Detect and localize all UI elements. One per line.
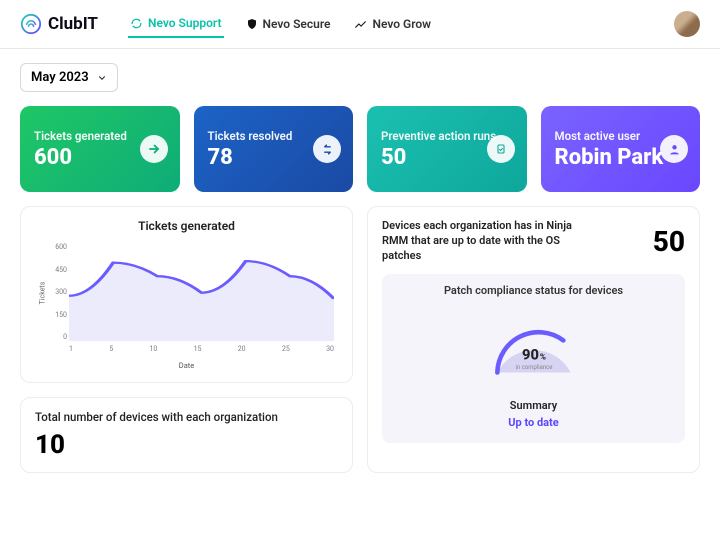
summary-link[interactable]: Up to date (508, 416, 558, 429)
month-filter[interactable]: May 2023 (20, 63, 118, 92)
summary-header: Summary (392, 399, 675, 412)
tab-label: Nevo Grow (372, 17, 431, 31)
main-grid: Tickets generated Tickets 600 450 300 15… (20, 206, 700, 473)
gauge: 90% in compliance (392, 305, 675, 385)
tickets-chart-panel: Tickets generated Tickets 600 450 300 15… (20, 206, 353, 383)
devices-uptodate-value: 50 (653, 225, 685, 258)
chart-title: Tickets generated (35, 219, 338, 233)
logo: ClubIT (20, 13, 98, 35)
user-icon (660, 135, 688, 163)
kpi-row: Tickets generated 600 Tickets resolved 7… (20, 106, 700, 192)
devices-total-panel: Total number of devices with each organi… (20, 397, 353, 473)
x-axis-ticks: 1 5 10 15 20 25 30 (69, 345, 334, 353)
devices-uptodate-label: Devices each organization has in Ninja R… (382, 219, 592, 264)
arrow-circle-icon (140, 135, 168, 163)
x-axis-label: Date (35, 361, 338, 370)
summary: Summary Up to date (392, 399, 675, 429)
refresh-icon (130, 17, 143, 30)
chevron-down-icon (97, 73, 107, 83)
brand-text: ClubIT (48, 14, 98, 34)
kpi-preventive-runs: Preventive action runs 50 (367, 106, 527, 192)
topbar: ClubIT Nevo Support Nevo Secure Nevo Gro… (0, 0, 720, 49)
line-chart (69, 243, 334, 341)
nav-tabs: Nevo Support Nevo Secure Nevo Grow (128, 10, 433, 38)
tab-label: Nevo Support (148, 16, 222, 30)
avatar[interactable] (674, 11, 700, 37)
svg-text:90%: 90% (522, 345, 546, 363)
page: May 2023 Tickets generated 600 Tickets r… (0, 49, 720, 493)
tab-nevo-grow[interactable]: Nevo Grow (352, 10, 433, 38)
kpi-tickets-resolved: Tickets resolved 78 (194, 106, 354, 192)
clipboard-check-icon (487, 135, 515, 163)
gauge-icon: 90% in compliance (479, 305, 589, 385)
panel-label: Total number of devices with each organi… (35, 410, 338, 424)
kpi-tickets-generated: Tickets generated 600 (20, 106, 180, 192)
patch-compliance-box: Patch compliance status for devices 90% … (382, 274, 685, 443)
panel-value: 10 (35, 430, 338, 460)
devices-uptodate-row: Devices each organization has in Ninja R… (382, 219, 685, 264)
shield-icon (246, 18, 258, 30)
fingerprint-icon (20, 13, 42, 35)
tab-label: Nevo Secure (263, 17, 331, 31)
tab-nevo-support[interactable]: Nevo Support (128, 10, 224, 38)
chart-area: Tickets 600 450 300 150 0 1 5 (35, 239, 338, 359)
patch-title: Patch compliance status for devices (392, 284, 675, 297)
svg-text:in compliance: in compliance (515, 363, 552, 370)
kpi-most-active-user: Most active user Robin Park (541, 106, 701, 192)
tab-nevo-secure[interactable]: Nevo Secure (244, 10, 333, 38)
trend-icon (354, 18, 367, 31)
patch-panel: Devices each organization has in Ninja R… (367, 206, 700, 473)
month-label: May 2023 (31, 70, 89, 85)
left-col: Tickets generated Tickets 600 450 300 15… (20, 206, 353, 473)
y-axis-ticks: 600 450 300 150 0 (45, 243, 67, 341)
swap-icon (313, 135, 341, 163)
